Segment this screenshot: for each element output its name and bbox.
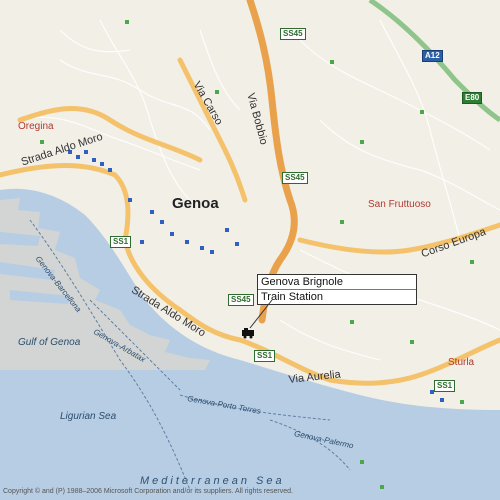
shield-ss45-mid: SS45 [282,172,308,184]
copyright-notice: Copyright © and (P) 1988–2006 Microsoft … [3,488,293,495]
shield-a12: A12 [422,50,443,62]
water-label-ligurian-sea: Ligurian Sea [60,411,117,422]
shield-e80: E80 [462,92,483,104]
map-canvas[interactable]: Genoa Oregina San Fruttuoso Sturla Strad… [0,0,500,500]
train-station-pin-icon[interactable] [241,327,255,339]
callout-title: Genova Brignole [261,276,343,288]
shield-ss1-center: SS1 [254,350,276,362]
shield-ss45-north: SS45 [280,28,306,40]
water-label-mediterranean-sea: Mediterranean Sea [140,475,285,487]
callout-pointer [249,299,273,329]
road-via-carso [177,57,248,203]
district-label-oregina: Oregina [18,121,54,132]
train-station-callout[interactable]: Genova Brignole Train Station [257,274,417,305]
district-label-sturla: Sturla [448,357,475,368]
shield-ss1-west: SS1 [110,236,132,248]
highway-ss45 [246,0,298,324]
district-label-san-fruttuoso: San Fruttuoso [368,199,431,210]
callout-subtitle: Train Station [258,289,416,304]
city-label-genoa: Genoa [172,195,219,212]
shield-ss1-east: SS1 [434,380,456,392]
water-label-gulf-of-genoa: Gulf of Genoa [18,337,81,348]
